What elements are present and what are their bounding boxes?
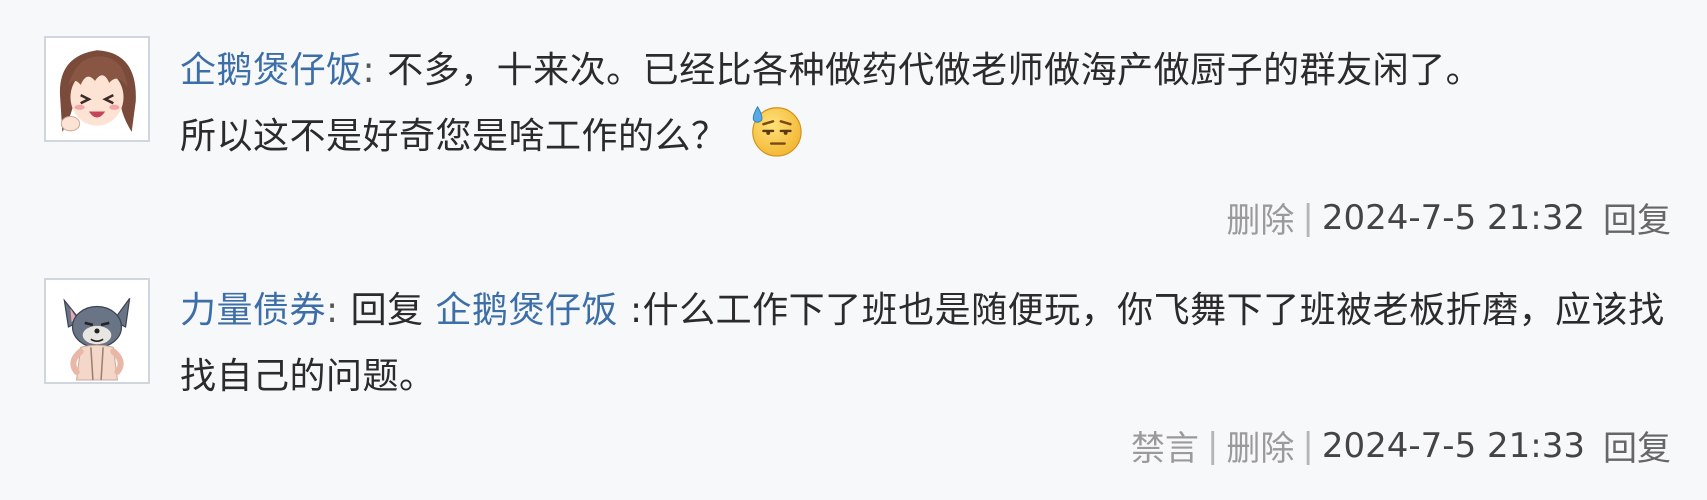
comment-body: 企鹅煲仔饭: 不多，十来次。已经比各种做药代做老师做海产做厨子的群友闲了。所以这… [180,38,1671,170]
delete-button[interactable]: 删除 [1226,421,1294,470]
timestamp: 2024-7-5 21:32 [1321,197,1585,238]
comment-meta: 禁言 | 删除 | 2024-7-5 21:33 回复 [1131,421,1671,470]
comment-meta: 删除 | 2024-7-5 21:32 回复 [1226,193,1671,242]
colon: : [326,290,339,331]
cartoon-cat-avatar-icon [46,280,148,382]
separator: | [1302,197,1314,238]
avatar[interactable] [44,278,150,384]
separator: | [1206,425,1219,466]
comment-text-line2: 所以这不是好奇您是啥工作的么？ [180,116,728,157]
comment-text-line1: 不多，十来次。已经比各种做药代做老师做海产做厨子的群友闲了。 [375,50,1483,91]
username-link[interactable]: 力量债券 [180,290,326,331]
comment-item: 力量债券: 回复 企鹅煲仔饭 :什么工作下了班也是随便玩，你飞舞下了班被老板折磨… [0,250,1707,500]
comment-body: 力量债券: 回复 企鹅煲仔饭 :什么工作下了班也是随便玩，你飞舞下了班被老板折磨… [180,278,1671,410]
colon: : [362,50,376,91]
mute-button[interactable]: 禁言 [1131,421,1199,470]
timestamp: 2024-7-5 21:33 [1321,425,1585,466]
separator: | [1302,425,1314,466]
reply-prefix: 回复 [338,290,436,331]
anime-girl-avatar-icon [46,38,148,140]
reply-button[interactable]: 回复 [1603,421,1671,470]
avatar[interactable] [44,36,150,142]
delete-button[interactable]: 删除 [1226,193,1294,242]
sweat-smile-emoji-icon [746,101,804,159]
username-link[interactable]: 企鹅煲仔饭 [180,50,363,91]
reply-button[interactable]: 回复 [1603,193,1671,242]
reply-to-username-link[interactable]: 企鹅煲仔饭 [436,290,619,331]
comment-item: 企鹅煲仔饭: 不多，十来次。已经比各种做药代做老师做海产做厨子的群友闲了。所以这… [0,0,1707,250]
